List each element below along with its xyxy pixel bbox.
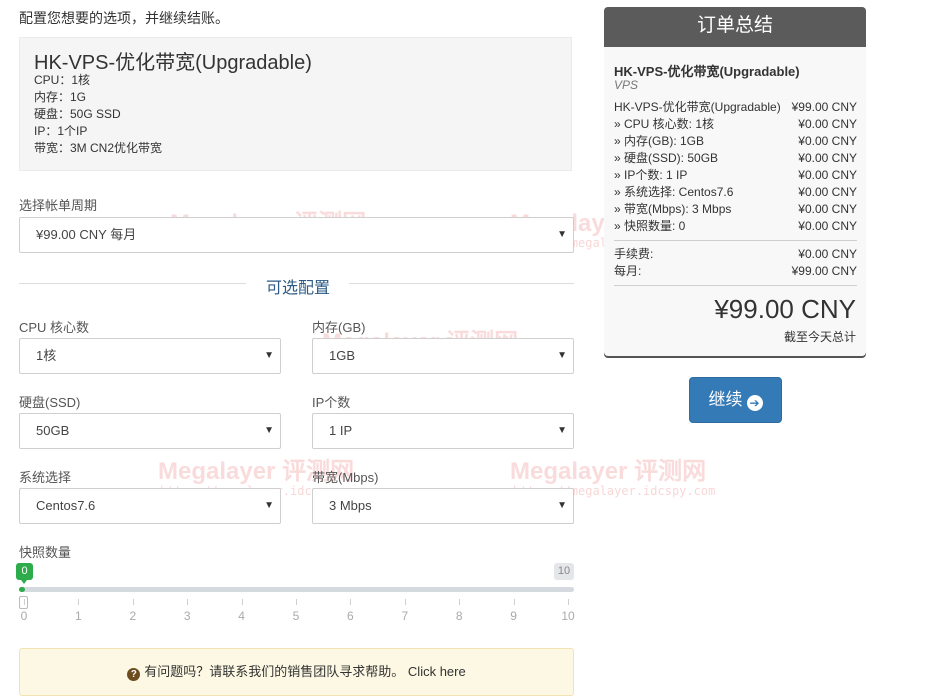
summary-line: » 系统选择: Centos7.6 ¥0.00 CNY (614, 185, 857, 199)
billing-cycle-select[interactable]: ¥99.00 CNY 每月 ▼ (19, 217, 574, 253)
billing-cycle-label: 选择帐单周期 (19, 198, 98, 213)
ip-label: IP个数 (312, 395, 351, 410)
summary-line: » 快照数量: 0 ¥0.00 CNY (614, 219, 857, 233)
summary-line: » 内存(GB): 1GB ¥0.00 CNY (614, 134, 857, 148)
slider-tick-label: 9 (510, 609, 517, 623)
bandwidth-label: 带宽(Mbps) (312, 470, 379, 485)
ip-select[interactable]: 1 IP ▼ (312, 413, 574, 449)
summary-product-group: VPS (614, 78, 639, 92)
summary-monthly: 每月: ¥99.00 CNY (614, 264, 857, 278)
slider-tick-label: 8 (455, 609, 463, 623)
disk-label: 硬盘(SSD) (19, 395, 81, 410)
slider-tick-label: 4 (238, 609, 245, 623)
product-info-box: HK-VPS-优化带宽(Upgradable) CPU：1核 内存：1G 硬盘：… (19, 37, 572, 171)
intro-text: 配置您想要的选项，并继续结账。 (19, 10, 229, 26)
billing-cycle-value: ¥99.00 CNY 每月 (36, 227, 137, 242)
product-spec: 带宽：3M CN2优化带宽 (34, 141, 163, 155)
slider-tick-label: 10 (561, 609, 575, 623)
product-spec: CPU：1核 (34, 73, 91, 87)
summary-fee: 手续费: ¥0.00 CNY (614, 247, 857, 261)
disk-select[interactable]: 50GB ▼ (19, 413, 281, 449)
slider-tick-label: 0 (20, 609, 28, 623)
slider-min-bubble: 0 (16, 563, 33, 584)
cpu-select[interactable]: 1核 ▼ (19, 338, 281, 374)
os-select[interactable]: Centos7.6 ▼ (19, 488, 281, 524)
divider (19, 283, 246, 284)
bandwidth-value: 3 Mbps (329, 498, 372, 513)
continue-label: 继续 (708, 390, 743, 409)
chevron-down-icon: ▼ (557, 350, 567, 361)
snapshot-slider-fill (19, 587, 25, 592)
slider-tick (241, 599, 243, 605)
slider-tick (568, 599, 569, 605)
optional-config-title: 可选配置 (266, 280, 331, 297)
os-value: Centos7.6 (36, 498, 96, 513)
bandwidth-select[interactable]: 3 Mbps ▼ (312, 488, 574, 524)
cpu-value: 1核 (36, 348, 57, 363)
chevron-down-icon: ▼ (264, 425, 274, 436)
help-box: ? 有问题吗？请联系我们的销售团队寻求帮助。 Click here (19, 648, 574, 696)
slider-tick (459, 599, 461, 605)
cpu-label: CPU 核心数 (19, 320, 90, 335)
disk-value: 50GB (36, 423, 70, 438)
snapshot-label: 快照数量 (19, 545, 72, 560)
summary-total: ¥99.00 CNY (714, 294, 856, 324)
order-summary-panel: 订单总结 HK-VPS-优化带宽(Upgradable) VPS HK-VPS-… (604, 7, 866, 356)
slider-tick (404, 599, 406, 605)
slider-tick-label: 1 (75, 609, 82, 623)
chevron-down-icon: ▼ (264, 500, 274, 511)
summary-line: » IP个数: 1 IP ¥0.00 CNY (614, 168, 857, 182)
ram-select[interactable]: 1GB ▼ (312, 338, 574, 374)
slider-tick (78, 599, 80, 605)
slider-tick-label: 6 (347, 609, 354, 623)
os-label: 系统选择 (19, 470, 72, 485)
summary-product-name: HK-VPS-优化带宽(Upgradable) (614, 64, 800, 79)
arrow-circle-right-icon: ➔ (746, 395, 763, 411)
summary-line: » CPU 核心数: 1核 ¥0.00 CNY (614, 117, 857, 131)
chevron-down-icon: ▼ (557, 500, 567, 511)
summary-total-label: 截至今天总计 (783, 330, 856, 344)
product-spec: IP：1个IP (34, 124, 88, 138)
product-spec: 硬盘：50G SSD (34, 107, 121, 121)
slider-max-bubble: 10 (554, 563, 574, 580)
watermark: Megalayer 评测网 (510, 458, 707, 485)
order-summary-title: 订单总结 (604, 7, 866, 47)
slider-tick (513, 599, 515, 605)
product-spec: 内存：1G (34, 90, 87, 104)
slider-tick (350, 599, 352, 605)
chevron-down-icon: ▼ (557, 425, 567, 436)
summary-line: HK-VPS-优化带宽(Upgradable) ¥99.00 CNY (614, 100, 857, 114)
continue-button[interactable]: 继续 ➔ (689, 377, 782, 423)
snapshot-slider-track[interactable] (19, 587, 574, 592)
slider-tick-label: 7 (401, 609, 409, 623)
slider-tick (187, 599, 189, 605)
slider-tick-label: 5 (292, 609, 300, 623)
slider-tick-label: 2 (129, 609, 137, 623)
summary-line: » 带宽(Mbps): 3 Mbps ¥0.00 CNY (614, 202, 857, 216)
slider-tick (24, 599, 25, 605)
slider-tick (132, 599, 134, 605)
chevron-down-icon: ▼ (557, 229, 567, 240)
divider (614, 285, 857, 286)
ram-value: 1GB (329, 348, 356, 363)
slider-tick-label: 3 (183, 609, 191, 623)
divider (614, 240, 857, 241)
slider-tick (296, 599, 297, 605)
product-title: HK-VPS-优化带宽(Upgradable) (34, 52, 312, 74)
help-text: 有问题吗？请联系我们的销售团队寻求帮助。 (144, 664, 405, 679)
summary-line: » 硬盘(SSD): 50GB ¥0.00 CNY (614, 151, 857, 165)
ram-label: 内存(GB) (312, 320, 366, 335)
question-circle-icon: ? (127, 668, 141, 681)
help-link[interactable]: Click here (408, 664, 466, 679)
chevron-down-icon: ▼ (264, 350, 274, 361)
ip-value: 1 IP (329, 423, 353, 438)
divider (349, 283, 574, 284)
